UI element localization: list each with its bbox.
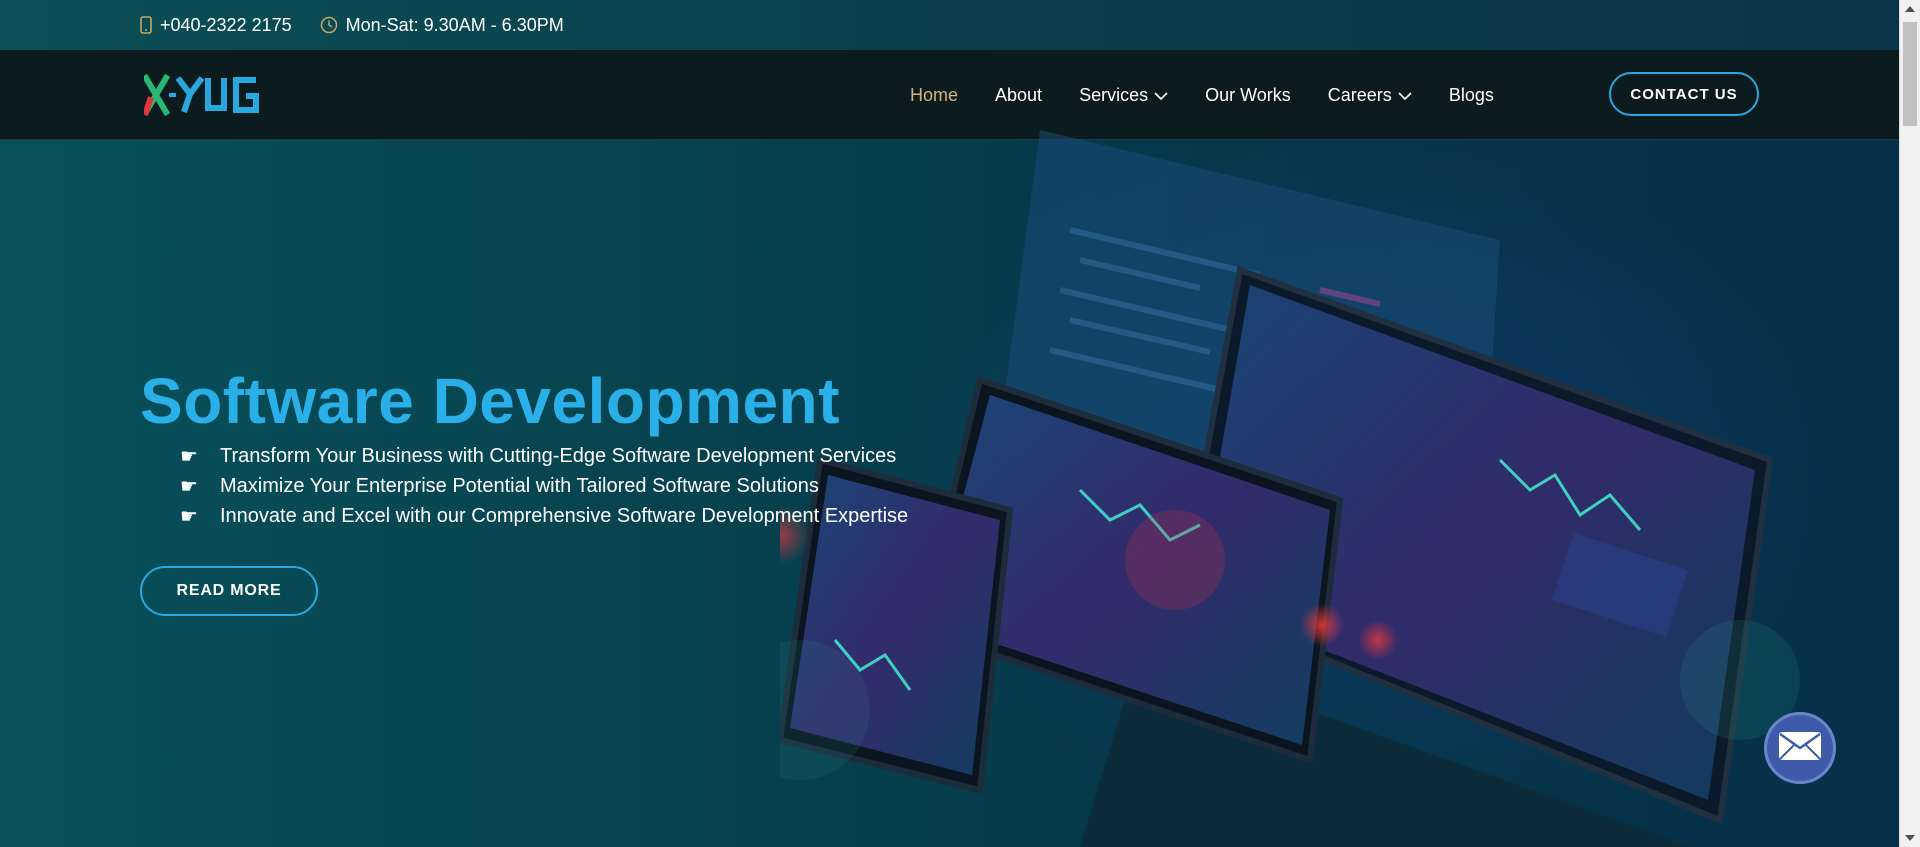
nav-blogs-label: Blogs [1448,84,1494,105]
phone-info[interactable]: +040-2322 2175 [140,15,292,36]
contact-us-button[interactable]: CONTACT US [1609,72,1759,116]
chevron-down-icon [1154,85,1168,106]
bullet-text: Innovate and Excel with our Comprehensiv… [220,504,909,527]
page-scrollbar[interactable] [1899,0,1920,847]
scroll-up-arrow-icon[interactable] [1905,6,1915,12]
clock-icon [320,16,338,34]
top-info-bar: +040-2322 2175 Mon-Sat: 9.30AM - 6.30PM [0,0,1899,50]
list-item: ☛ Maximize Your Enterprise Potential wit… [178,471,908,501]
phone-number: +040-2322 2175 [160,14,292,35]
hours-info: Mon-Sat: 9.30AM - 6.30PM [320,15,564,36]
nav-our-works[interactable]: Our Works [1205,85,1291,106]
page: +040-2322 2175 Mon-Sat: 9.30AM - 6.30PM [0,0,1899,847]
nav-careers[interactable]: Careers [1328,85,1412,106]
scrollbar-thumb[interactable] [1903,22,1917,126]
nav-about[interactable]: About [995,85,1042,106]
hero-title: Software Development [140,365,840,437]
nav-our-works-label: Our Works [1205,84,1291,105]
business-hours: Mon-Sat: 9.30AM - 6.30PM [345,14,564,35]
list-item: ☛ Transform Your Business with Cutting-E… [178,441,908,471]
hero-devices-illustration [780,130,1800,847]
nav-about-label: About [995,84,1043,105]
pointing-hand-icon: ☛ [180,445,198,468]
bullet-text: Maximize Your Enterprise Potential with … [220,474,819,497]
primary-nav: Home About Services Our Works Careers Bl… [910,50,1494,140]
bullet-text: Transform Your Business with Cutting-Edg… [220,444,897,467]
nav-home[interactable]: Home [910,85,958,106]
list-item: ☛ Innovate and Excel with our Comprehens… [178,501,908,531]
pointing-hand-icon: ☛ [180,475,198,498]
hero-bullet-list: ☛ Transform Your Business with Cutting-E… [178,441,908,531]
scroll-down-arrow-icon[interactable] [1905,835,1915,841]
pointing-hand-icon: ☛ [180,505,198,528]
site-logo[interactable] [144,68,260,122]
nav-services-label: Services [1079,84,1149,105]
read-more-button[interactable]: READ MORE [140,566,318,616]
nav-careers-label: Careers [1327,84,1392,105]
nav-blogs[interactable]: Blogs [1449,85,1494,106]
logo-graphic [144,73,259,117]
chevron-down-icon [1398,85,1412,106]
nav-home-label: Home [910,84,959,105]
main-navbar: Home About Services Our Works Careers Bl… [0,50,1899,140]
envelope-icon [1777,730,1823,767]
mobile-phone-icon [140,16,152,34]
mail-float-button[interactable] [1764,712,1836,784]
nav-services[interactable]: Services [1079,85,1168,106]
